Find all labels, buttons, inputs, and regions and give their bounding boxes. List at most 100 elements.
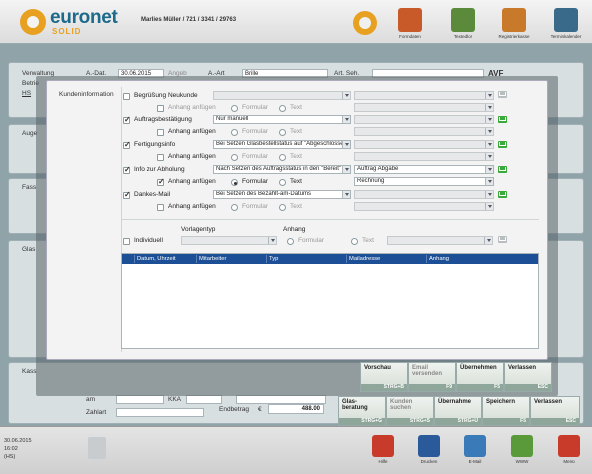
begruessung-attach-label: Anhang anfügen [168,104,216,111]
dankes-mail-checkbox[interactable] [123,190,131,199]
cash-register-icon [502,8,526,32]
info-abholung-select[interactable]: Nach Setzen des Auftragsstatus in den "B… [213,165,351,174]
dankes-mail-attach-select[interactable] [354,202,494,211]
info-abholung-checkbox[interactable] [123,165,131,174]
dankes-mail-mail-icon[interactable] [498,191,507,198]
kka-field[interactable] [236,395,326,404]
begruessung-attach-checkbox[interactable] [157,105,164,112]
dankes-mail-select[interactable]: Bei Setzen des Bezahlt-am-Datums [213,190,351,199]
vorlagentyp-select[interactable] [181,236,277,245]
hilfe-button[interactable]: Hilfe [368,435,398,464]
auftragsbestaetigung-attach-checkbox[interactable] [157,129,164,136]
begruessung-mail-icon[interactable] [498,91,507,98]
fertigungsinfo-formular-radio[interactable] [231,154,238,161]
auftragsbestaetigung-mail-icon[interactable] [498,116,507,123]
auftragsbestaetigung-extra-select[interactable] [354,115,494,124]
home-button[interactable] [353,11,377,35]
info-abholung-text-radio[interactable] [279,179,286,186]
fertigungsinfo-text-radio[interactable] [279,154,286,161]
www-button[interactable]: WWW [507,435,537,464]
begruessung-select[interactable] [213,91,351,100]
kunden-suchen-button[interactable]: Kunden suchen STRG+S [386,396,434,426]
footer-date: 30.06.2015 [4,438,32,444]
fertigungsinfo-mail-icon[interactable] [498,141,507,148]
euronet-logo-icon [20,9,46,35]
kka-select[interactable] [186,395,222,404]
individuell-checkbox[interactable] [123,238,130,245]
calendar-icon [554,8,578,32]
info-abholung-attach-select[interactable]: Rechnung [354,177,494,186]
dankes-mail-text-radio[interactable] [279,204,286,211]
kunden-suchen-label: Kunden suchen [390,399,413,411]
begruessung-formular-radio[interactable] [231,105,238,112]
dankes-mail-formular-radio[interactable] [231,204,238,211]
auftragsbestaetigung-select[interactable]: Nur manuell [213,115,351,124]
terminkalender-button[interactable]: Terminkalender [546,8,586,42]
brand-sub: SOLID [52,27,82,36]
fertigungsinfo-checkbox[interactable] [123,140,131,149]
begruessung-text-radio[interactable] [279,105,286,112]
info-abholung-formular-radio[interactable] [231,179,238,186]
footer-hs: (HS) [4,454,16,460]
auftragsbestaetigung-attach-label: Anhang anfügen [168,128,216,135]
email-button[interactable]: E-Mail [460,435,490,464]
registrierkasse-button[interactable]: Registrierkasse [494,8,534,42]
verlassen-dialog-key: ESC [537,384,548,390]
fertigungsinfo-label: Fertigungsinfo [134,141,176,148]
info-abholung-mail-icon[interactable] [498,166,507,173]
col-anhang[interactable]: Anhang [426,255,536,263]
info-abholung-extra-value: Auftrag Abgabe [357,166,399,172]
drucken-button[interactable]: Drucken [414,435,444,464]
textedlor-label: Textedlor [453,34,473,39]
speichern-key: F5 [520,418,526,424]
uebernehmen-button[interactable]: Übernehmen F5 [456,362,504,392]
begruessung-checkbox[interactable] [123,93,130,100]
dankes-mail-select-value: Bei Setzen des Bezahlt-am-Datums [216,191,312,197]
fertigungsinfo-attach-label: Anhang anfügen [168,153,216,160]
col-typ[interactable]: Typ [266,255,346,263]
textedlor-button[interactable]: Textedlor [443,8,483,42]
fertigungsinfo-attach-select[interactable] [354,152,494,161]
info-abholung-text-label: Text [290,178,302,185]
vorschau-button[interactable]: Vorschau STRG+B [360,362,408,392]
formdaten-button[interactable]: Formdaten [390,8,430,42]
fertigungsinfo-select-value: Bei Setzen Glasbestellstatus auf "Abgesc… [216,141,350,147]
auftragsbestaetigung-text-radio[interactable] [279,129,286,136]
brand-name: euronet [50,7,118,28]
user-avatar-icon[interactable] [88,437,106,459]
uebernahme-button[interactable]: Übernahme STRG+U [434,396,482,426]
individuell-formular-radio[interactable] [287,238,294,245]
col-mitarbeiter[interactable]: Mitarbeiter [196,255,266,263]
currency-label: € [258,406,262,413]
menu-button[interactable]: Menü [554,435,584,464]
vorschau-key: STRG+B [383,384,404,390]
zahlart-select[interactable] [116,408,204,417]
col-mailadresse[interactable]: Mailadresse [346,255,426,263]
auftragsbestaetigung-checkbox[interactable] [123,115,131,124]
info-abholung-extra-select[interactable]: Auftrag Abgabe [354,165,494,174]
individuell-text-radio[interactable] [351,238,358,245]
col-datum[interactable]: Datum, Uhrzeit [134,255,194,263]
individuell-anhang-select[interactable] [387,236,493,245]
auftragsbestaetigung-formular-radio[interactable] [231,129,238,136]
individuell-mail-icon[interactable] [498,236,507,243]
info-abholung-attach-checkbox[interactable] [157,177,165,186]
auftragsbestaetigung-attach-select[interactable] [354,127,494,136]
am-field[interactable] [116,395,164,404]
glasberatung-button[interactable]: Glas-beratung STRG+G [338,396,386,426]
menu-icon [558,435,580,457]
fertigungsinfo-select[interactable]: Bei Setzen Glasbestellstatus auf "Abgesc… [213,140,351,149]
fertigungsinfo-extra-select[interactable] [354,140,494,149]
dankes-mail-attach-label: Anhang anfügen [168,203,216,210]
email-icon [464,435,486,457]
email-versenden-button[interactable]: Email versenden F9 [408,362,456,392]
fertigungsinfo-attach-checkbox[interactable] [157,154,164,161]
begruessung-extra-select[interactable] [354,91,494,100]
verlassen-dialog-button[interactable]: Verlassen ESC [504,362,552,392]
speichern-button[interactable]: Speichern F5 [482,396,530,426]
dankes-mail-extra-select[interactable] [354,190,494,199]
info-abholung-attach-label: Anhang anfügen [168,178,216,185]
verlassen-button[interactable]: Verlassen ESC [530,396,580,426]
begruessung-attach-select[interactable] [354,103,494,112]
dankes-mail-attach-checkbox[interactable] [157,204,164,211]
